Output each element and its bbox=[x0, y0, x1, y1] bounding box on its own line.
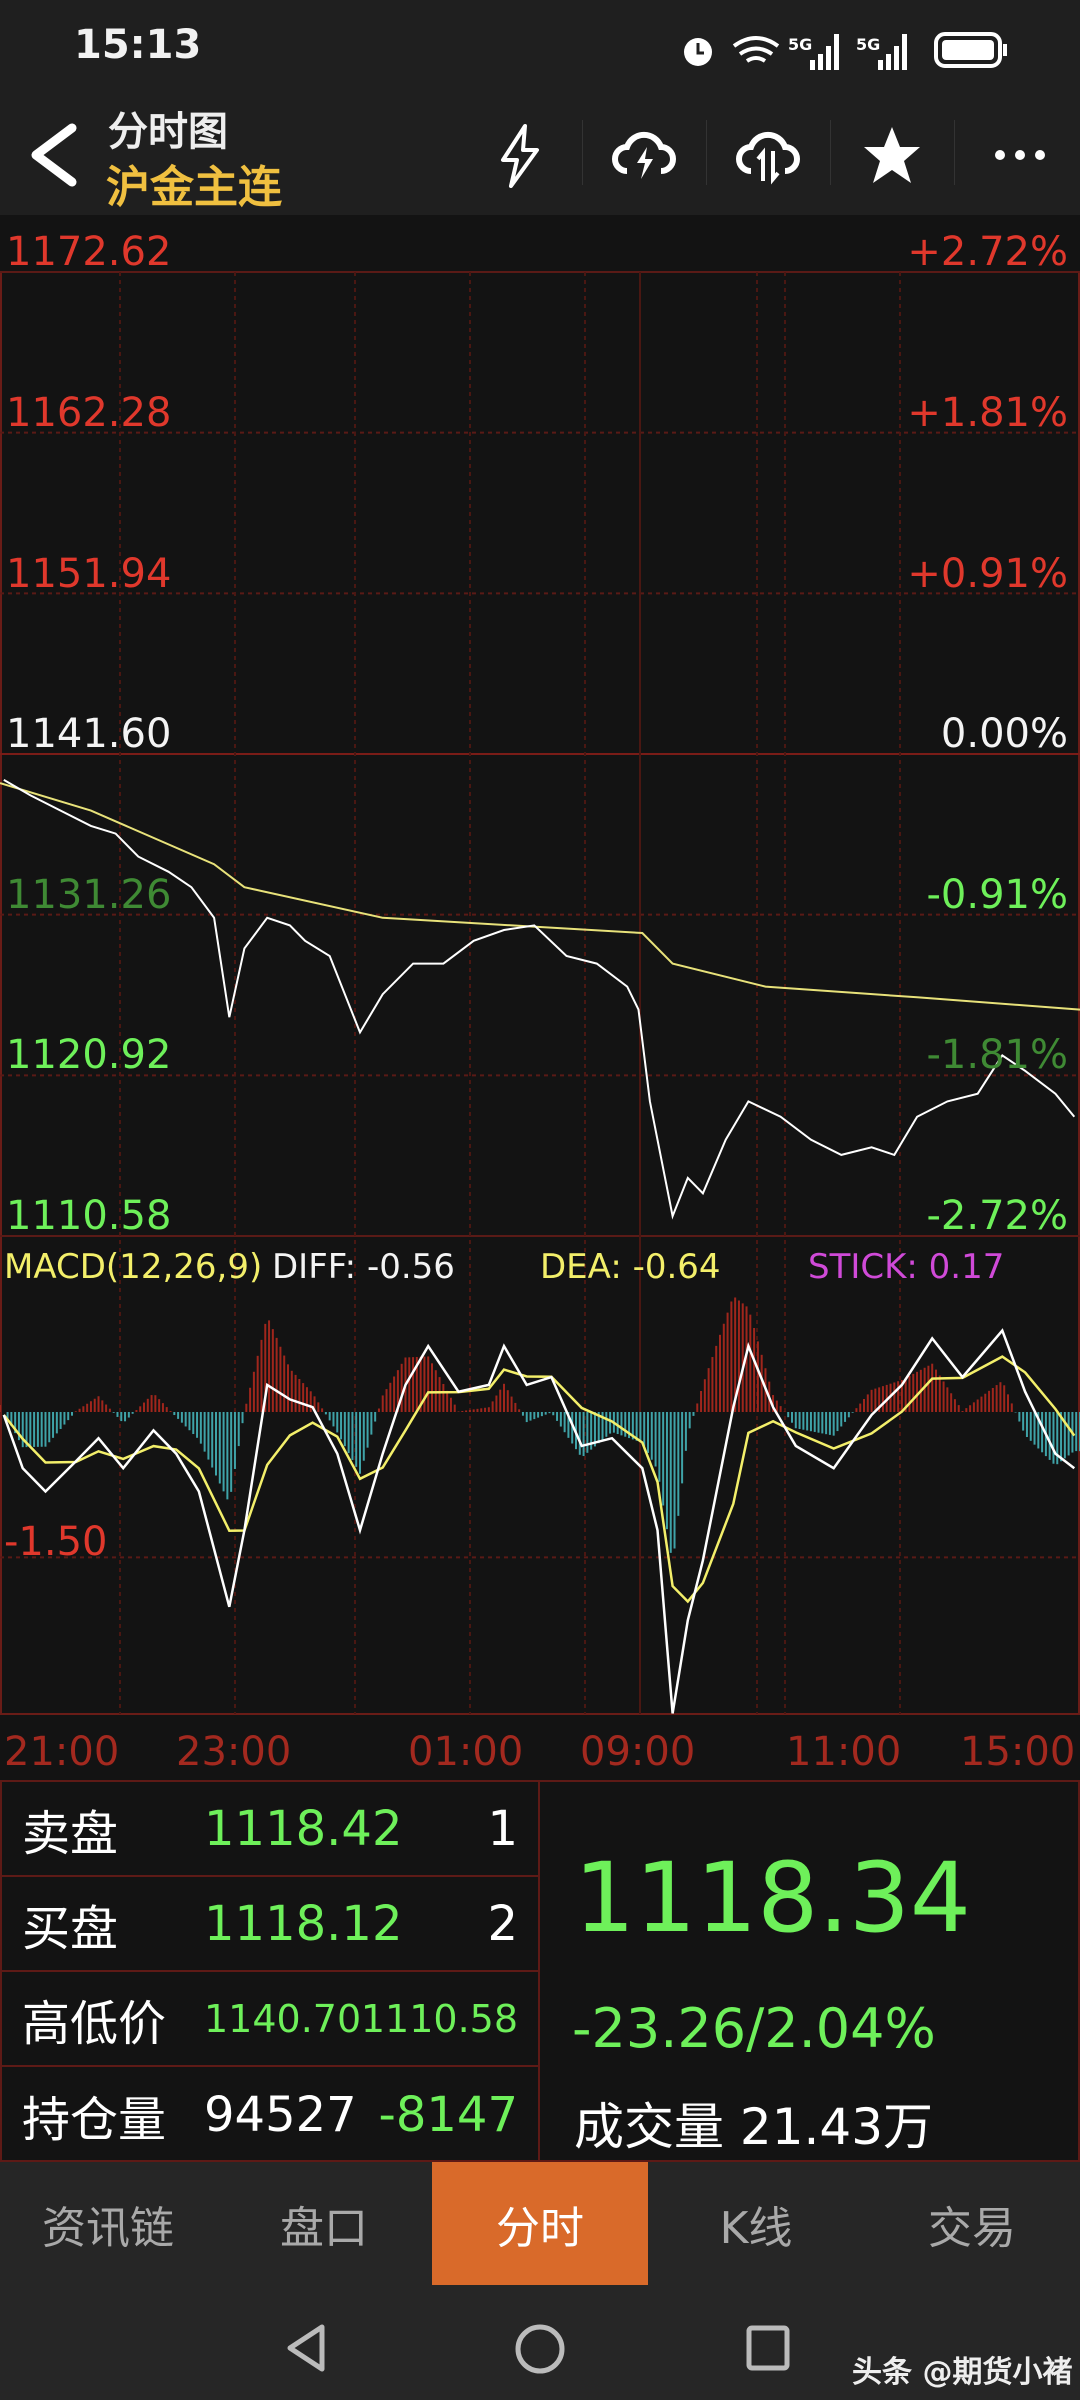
price-tick: 1131.26 bbox=[6, 872, 172, 918]
time-tick: 23:00 bbox=[176, 1729, 292, 1775]
pct-tick: +1.81% bbox=[907, 390, 1068, 436]
price-tick: 1141.60 bbox=[6, 711, 172, 757]
cloud-flash-icon[interactable] bbox=[604, 115, 684, 195]
tab-news-chain[interactable]: 资讯链 bbox=[0, 2162, 216, 2285]
volume: 成交量 21.43万 bbox=[574, 2087, 933, 2159]
high-low-row: 高低价 1140.70 1110.58 bbox=[2, 1972, 540, 2067]
signal-icon bbox=[810, 34, 839, 70]
chart-border bbox=[0, 271, 1080, 1715]
star-icon[interactable] bbox=[852, 115, 932, 195]
time-tick: 09:00 bbox=[580, 1729, 696, 1775]
open-interest: 94527 bbox=[204, 2086, 357, 2143]
instrument-name: 沪金主连 bbox=[106, 162, 282, 213]
time-tick: 01:00 bbox=[408, 1729, 524, 1775]
sell-qty: 1 bbox=[487, 1800, 518, 1857]
buy-price: 1118.12 bbox=[204, 1895, 403, 1952]
macd-diff: DIFF: -0.56 bbox=[272, 1247, 455, 1287]
macd-axis-label: -1.50 bbox=[4, 1519, 108, 1565]
volume-label: 成交量 bbox=[574, 2098, 724, 2156]
tab-intraday[interactable]: 分时 bbox=[432, 2162, 648, 2285]
macd-stick: STICK: 0.17 bbox=[808, 1247, 1005, 1287]
tab-kline[interactable]: K线 bbox=[648, 2162, 864, 2285]
pct-tick: +0.91% bbox=[907, 551, 1068, 597]
status-time: 15:13 bbox=[74, 22, 202, 68]
volume-value: 21.43万 bbox=[739, 2098, 934, 2156]
page-title: 分时图 bbox=[108, 109, 228, 155]
macd-dea: DEA: -0.64 bbox=[540, 1247, 721, 1287]
cloud-sync-icon[interactable] bbox=[728, 115, 808, 195]
nav-recents-icon[interactable] bbox=[744, 2323, 792, 2373]
pct-tick: -1.81% bbox=[926, 1032, 1068, 1078]
time-tick: 11:00 bbox=[786, 1729, 902, 1775]
bottom-tabs: 资讯链 盘口 分时 K线 交易 bbox=[0, 2162, 1080, 2285]
price-change: -23.26/2.04% bbox=[572, 1997, 936, 2060]
pct-tick: +2.72% bbox=[907, 229, 1068, 275]
nav-home-icon[interactable] bbox=[512, 2321, 568, 2377]
last-price: 1118.34 bbox=[574, 1842, 971, 1954]
battery-icon bbox=[934, 32, 1007, 68]
back-icon[interactable] bbox=[22, 120, 82, 190]
high-price: 1140.70 bbox=[204, 1996, 362, 2041]
more-icon[interactable] bbox=[980, 115, 1060, 195]
price-tick: 1172.62 bbox=[6, 229, 172, 275]
network-label: 5G bbox=[788, 35, 812, 54]
nav-back-icon[interactable] bbox=[284, 2323, 330, 2373]
buy-row: 买盘 1118.12 2 bbox=[2, 1877, 540, 1972]
buy-label: 买盘 bbox=[22, 1900, 119, 1957]
sell-label: 卖盘 bbox=[22, 1805, 119, 1862]
status-bar: 15:13 5G 5G bbox=[0, 0, 1080, 95]
macd-title: MACD(12,26,9) bbox=[4, 1247, 263, 1287]
open-interest-label: 持仓量 bbox=[22, 2091, 167, 2148]
quote-panel: 卖盘 1118.42 1 买盘 1118.12 2 高低价 1140.70 11… bbox=[0, 1780, 1080, 2162]
high-low-label: 高低价 bbox=[22, 1995, 167, 2052]
buy-qty: 2 bbox=[487, 1895, 518, 1952]
pct-tick: 0.00% bbox=[940, 711, 1068, 757]
price-tick: 1120.92 bbox=[6, 1032, 172, 1078]
status-icons: 5G 5G bbox=[684, 32, 1007, 70]
price-tick: 1162.28 bbox=[6, 390, 172, 436]
intraday-chart[interactable] bbox=[0, 215, 1080, 1780]
open-interest-row: 持仓量 94527 -8147 bbox=[2, 2067, 540, 2162]
alarm-icon bbox=[684, 38, 712, 66]
system-nav-bar: 头条 @期货小褚 bbox=[0, 2285, 1080, 2400]
sell-price: 1118.42 bbox=[204, 1800, 403, 1857]
signal-icon-2 bbox=[878, 34, 907, 70]
header: 分时图 沪金主连 bbox=[0, 95, 1080, 215]
chart-grid bbox=[0, 271, 1080, 1715]
sell-row: 卖盘 1118.42 1 bbox=[2, 1782, 540, 1877]
wifi-icon bbox=[732, 36, 780, 63]
tab-trade[interactable]: 交易 bbox=[864, 2162, 1080, 2285]
open-interest-change: -8147 bbox=[378, 2086, 518, 2143]
tab-order-book[interactable]: 盘口 bbox=[216, 2162, 432, 2285]
flash-icon[interactable] bbox=[480, 115, 560, 195]
pct-tick: -0.91% bbox=[926, 872, 1068, 918]
macd-histogram bbox=[0, 1297, 1080, 1553]
time-tick: 21:00 bbox=[4, 1729, 120, 1775]
price-tick: 1110.58 bbox=[6, 1193, 172, 1239]
network-label-2: 5G bbox=[856, 35, 880, 54]
watermark: 头条 @期货小褚 bbox=[852, 2355, 1073, 2390]
price-tick: 1151.94 bbox=[6, 551, 172, 597]
pct-tick: -2.72% bbox=[926, 1193, 1068, 1239]
time-tick: 15:00 bbox=[960, 1729, 1076, 1775]
low-price: 1110.58 bbox=[360, 1996, 518, 2041]
